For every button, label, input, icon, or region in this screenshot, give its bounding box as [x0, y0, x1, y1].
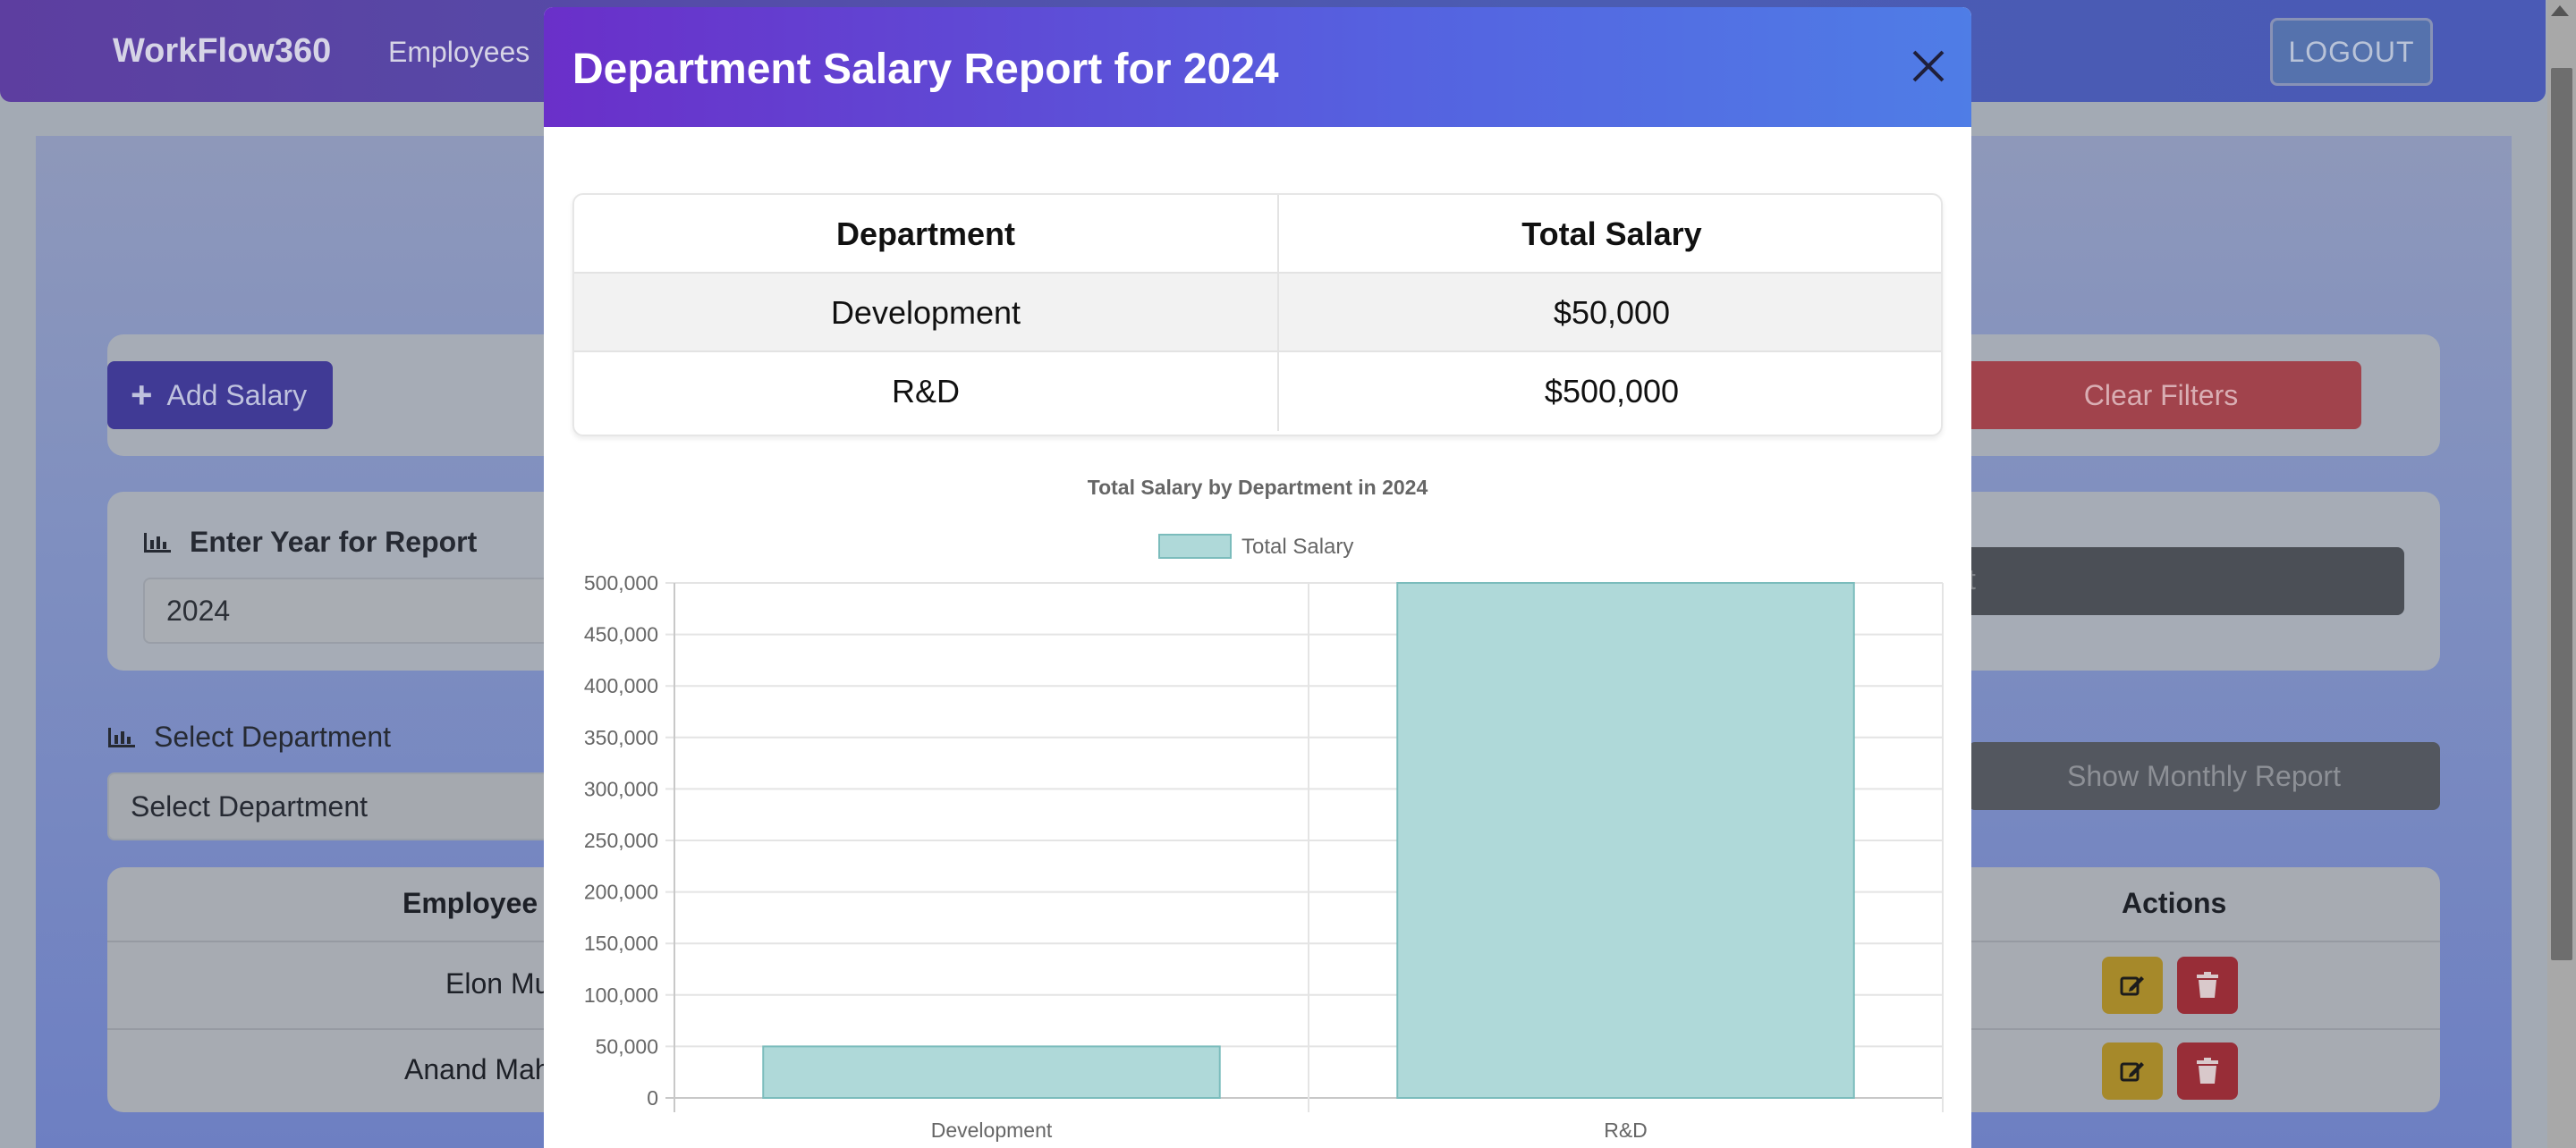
delete-button[interactable]	[2177, 957, 2238, 1014]
column-header-total-salary: Total Salary	[1521, 215, 1702, 252]
y-tick-label: 500,000	[584, 571, 658, 595]
chart-bar-icon	[144, 532, 171, 553]
edit-icon	[2120, 1062, 2144, 1082]
x-tick-label: Development	[931, 1118, 1053, 1142]
department-salary-table: Department Total Salary Development $50,…	[572, 193, 1943, 436]
y-tick-label: 350,000	[584, 726, 658, 749]
x-tick-label: R&D	[1604, 1118, 1648, 1142]
y-tick-label: 0	[647, 1086, 658, 1110]
nav-link-employees[interactable]: Employees	[388, 36, 530, 69]
y-tick-label: 100,000	[584, 983, 658, 1007]
scroll-up-arrow-icon[interactable]	[2551, 5, 2569, 16]
clear-filters-button[interactable]: Clear Filters	[1961, 361, 2361, 429]
trash-icon	[2197, 1058, 2218, 1084]
trash-icon	[2197, 972, 2218, 998]
chart-title: Total Salary by Department in 2024	[1088, 476, 1428, 499]
generate-report-button[interactable]: t	[1950, 547, 2404, 615]
table-header-row: Department Total Salary	[574, 195, 1941, 274]
select-department-label: Select Department	[107, 721, 391, 754]
add-salary-label: Add Salary	[166, 378, 308, 411]
close-icon[interactable]	[1905, 43, 1952, 89]
show-monthly-report-button[interactable]: Show Monthly Report	[1968, 742, 2440, 810]
department-select[interactable]: Select Department	[107, 772, 555, 840]
logout-button[interactable]: LOGOUT	[2270, 18, 2433, 86]
modal-title: Department Salary Report for 2024	[572, 46, 1279, 93]
report-year-text: Enter Year for Report	[190, 526, 478, 558]
y-tick-label: 400,000	[584, 674, 658, 697]
y-tick-label: 50,000	[596, 1034, 658, 1058]
chart-bar-icon	[108, 727, 135, 747]
legend-swatch[interactable]	[1158, 534, 1232, 559]
plot-area: 0 50,000 100,000 150,000 200,000 250,000 300,0…	[584, 571, 1944, 1142]
edit-icon	[2120, 976, 2144, 996]
y-tick-label: 200,000	[584, 881, 658, 904]
employee-name: Anand Mah	[404, 1053, 551, 1085]
add-salary-button[interactable]: + Add Salary	[107, 361, 333, 429]
total-salary-cell: $500,000	[1544, 373, 1680, 409]
legend-label[interactable]: Total Salary	[1241, 535, 1353, 559]
y-tick-label: 150,000	[584, 932, 658, 955]
plus-icon: +	[131, 374, 153, 416]
bar-development	[762, 1045, 1221, 1100]
delete-button[interactable]	[2177, 1042, 2238, 1100]
table-row: R&D $500,000	[574, 352, 1941, 431]
edit-button[interactable]	[2102, 1042, 2163, 1100]
column-header-actions: Actions	[2122, 887, 2227, 919]
column-header-department: Department	[574, 195, 1279, 274]
edit-button[interactable]	[2102, 957, 2163, 1014]
bar-r-d	[1396, 582, 1855, 1099]
report-year-label: Enter Year for Report	[143, 526, 477, 559]
scrollbar-thumb[interactable]	[2551, 68, 2572, 960]
select-department-text: Select Department	[154, 721, 392, 753]
modal-header: Department Salary Report for 2024	[544, 7, 1971, 127]
brand-logo[interactable]: WorkFlow360	[113, 32, 331, 71]
column-header-employee: Employee I	[402, 887, 554, 919]
employee-name: Elon Mu	[445, 967, 551, 1000]
y-tick-label: 300,000	[584, 777, 658, 800]
department-cell: Development	[574, 274, 1279, 352]
y-tick-label: 450,000	[584, 623, 658, 646]
report-year-input[interactable]: 2024	[143, 578, 555, 644]
salary-bar-chart: Total Salary by Department in 2024 Total…	[584, 476, 1944, 1142]
table-row: Development $50,000	[574, 274, 1941, 352]
total-salary-cell: $50,000	[1553, 294, 1671, 331]
y-tick-label: 250,000	[584, 829, 658, 852]
salary-report-modal: Department Salary Report for 2024 Depart…	[544, 7, 1971, 1148]
department-cell: R&D	[574, 352, 1279, 431]
